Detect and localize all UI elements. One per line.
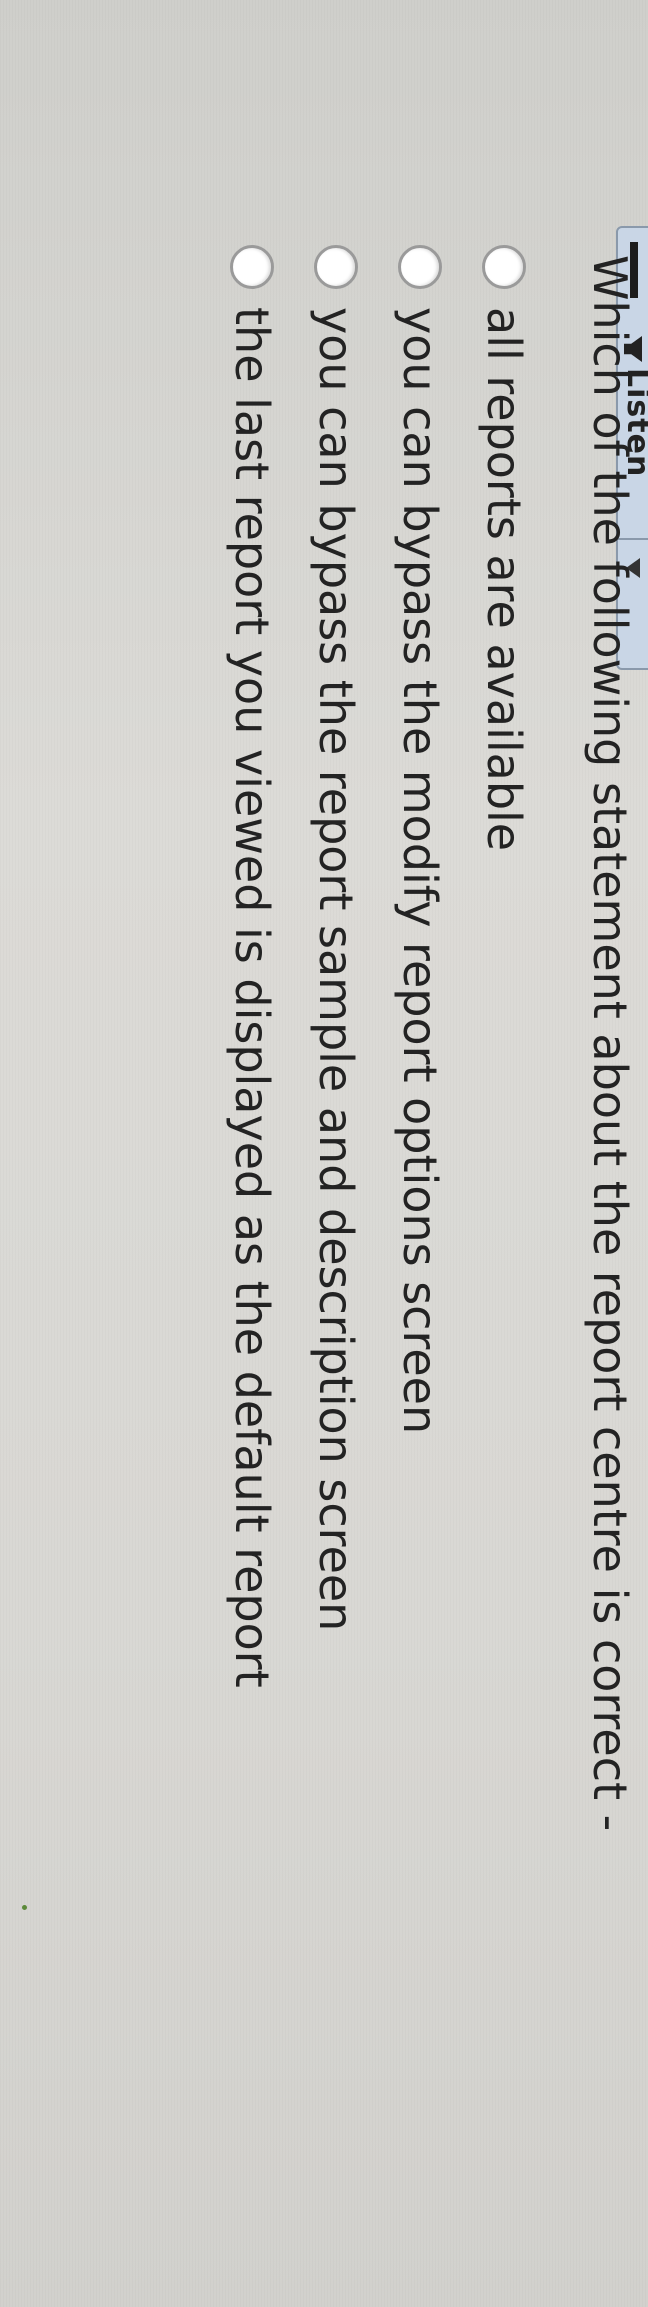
question-text: Which of the following statement about t… — [583, 255, 637, 1832]
radio-button[interactable] — [482, 245, 526, 289]
answer-options: all reports are available you can bypass… — [210, 245, 546, 1688]
radio-button[interactable] — [398, 245, 442, 289]
answer-label: all reports are available — [477, 307, 531, 852]
radio-button[interactable] — [230, 245, 274, 289]
radio-button[interactable] — [314, 245, 358, 289]
answer-option-1[interactable]: all reports are available — [462, 245, 546, 1688]
answer-label: the last report you viewed is displayed … — [225, 307, 279, 1688]
question-panel: Which of the following statement about t… — [48, 245, 638, 2215]
answer-option-4[interactable]: the last report you viewed is displayed … — [210, 245, 294, 1688]
answer-option-3[interactable]: you can bypass the report sample and des… — [294, 245, 378, 1688]
answer-option-2[interactable]: you can bypass the modify report options… — [378, 245, 462, 1688]
screen-dust-speck — [22, 1905, 27, 1910]
answer-label: you can bypass the report sample and des… — [309, 307, 363, 1632]
answer-label: you can bypass the modify report options… — [393, 307, 447, 1435]
